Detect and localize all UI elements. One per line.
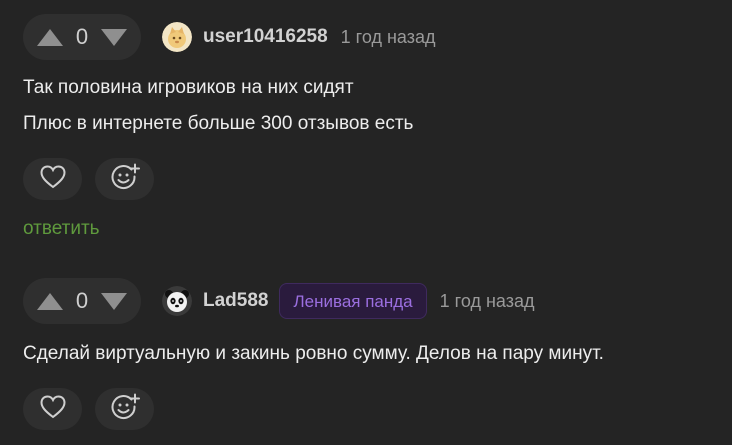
comment-actions — [23, 388, 732, 430]
like-button[interactable] — [23, 158, 82, 200]
add-reaction-icon — [110, 393, 140, 426]
add-reaction-icon — [110, 163, 140, 196]
vote-count: 0 — [75, 288, 89, 313]
comment-line: Так половина игровиков на них сидят — [23, 77, 354, 98]
comment-author[interactable]: Lad588 — [203, 290, 268, 312]
comment-author[interactable]: user10416258 — [203, 26, 328, 48]
heart-icon — [39, 164, 66, 194]
user-badge: Ленивая панда — [279, 283, 427, 319]
upvote-icon[interactable] — [37, 28, 63, 46]
comment-header: 0 user10416258 1 год назад — [23, 14, 732, 60]
comment: 0 user10416258 1 год назад Так половина … — [23, 14, 732, 240]
comment-line: Плюс в интернете больше 300 отзывов есть — [23, 113, 414, 134]
downvote-icon[interactable] — [101, 292, 127, 310]
like-button[interactable] — [23, 388, 82, 430]
comment-line: Сделай виртуальную и закинь ровно сумму.… — [23, 343, 604, 364]
vote-count: 0 — [75, 24, 89, 49]
downvote-icon[interactable] — [101, 28, 127, 46]
comments-thread: 0 user10416258 1 год назад Так половина … — [0, 0, 732, 445]
vote-control: 0 — [23, 278, 141, 324]
comment-text: Сделай виртуальную и закинь ровно сумму.… — [23, 336, 732, 372]
add-reaction-button[interactable] — [95, 158, 154, 200]
upvote-icon[interactable] — [37, 292, 63, 310]
panda-avatar[interactable] — [162, 286, 192, 316]
comment: 0 Lad588 Ленивая панда 1 год назад Сдела… — [23, 278, 732, 430]
heart-icon — [39, 394, 66, 424]
comment-header: 0 Lad588 Ленивая панда 1 год назад — [23, 278, 732, 324]
comment-text: Так половина игровиков на них сидят Плюс… — [23, 70, 732, 142]
reply-link[interactable]: ответить — [23, 218, 732, 240]
cat-avatar[interactable] — [162, 22, 192, 52]
comment-actions — [23, 158, 732, 200]
comment-timestamp: 1 год назад — [340, 26, 436, 47]
comment-timestamp: 1 год назад — [439, 290, 535, 311]
add-reaction-button[interactable] — [95, 388, 154, 430]
vote-control: 0 — [23, 14, 141, 60]
